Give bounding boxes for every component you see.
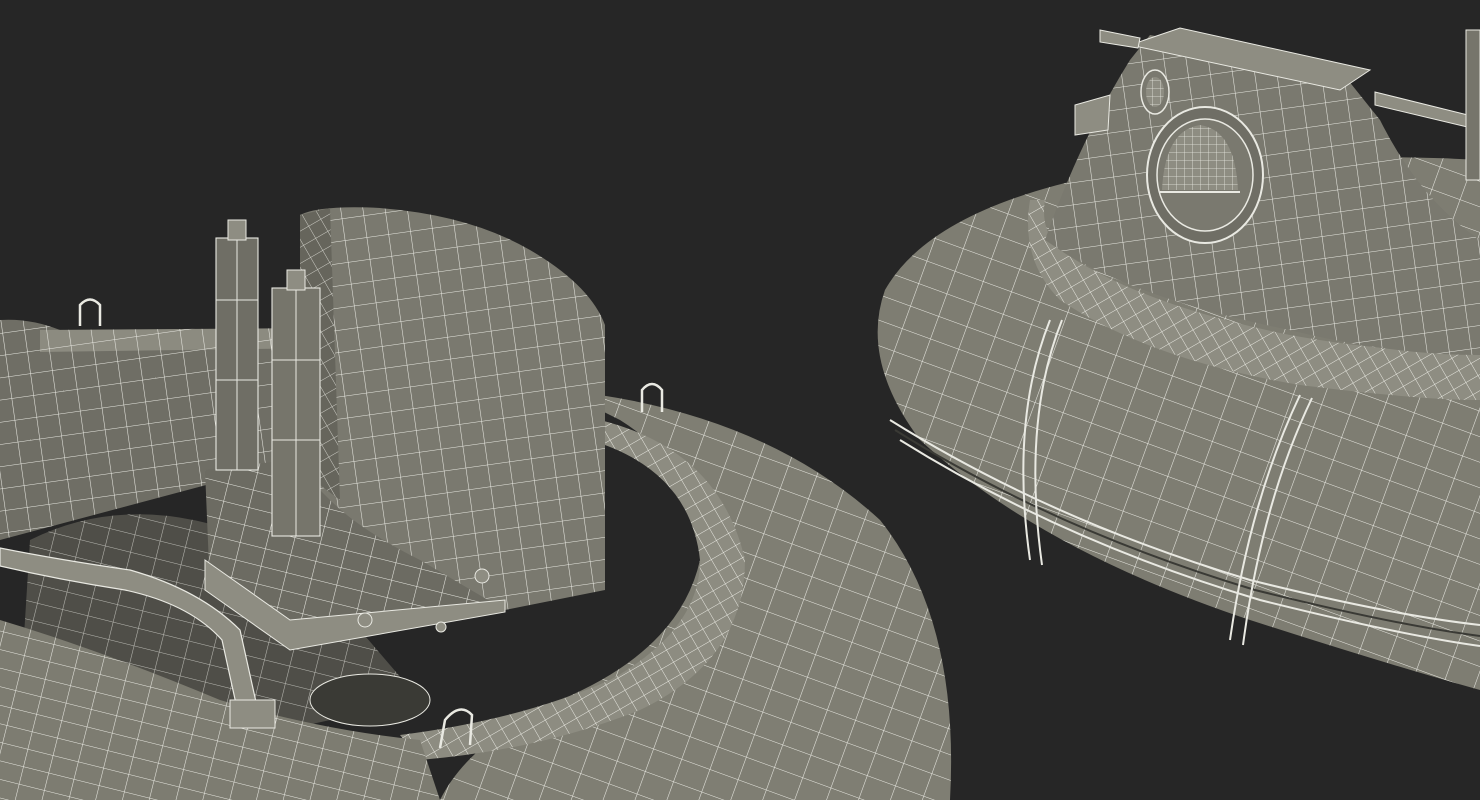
- bolt: [474, 568, 490, 584]
- left-floor-hole: [309, 673, 431, 727]
- bolt: [435, 621, 447, 633]
- right-far-post: [1465, 29, 1480, 181]
- right-headlight-porthole: [1146, 106, 1264, 244]
- wireframe-render-canvas: [0, 0, 1480, 800]
- bolt: [357, 612, 373, 628]
- left-post-rear: [215, 219, 259, 471]
- left-post-front: [271, 269, 321, 537]
- right-small-porthole: [1140, 69, 1170, 115]
